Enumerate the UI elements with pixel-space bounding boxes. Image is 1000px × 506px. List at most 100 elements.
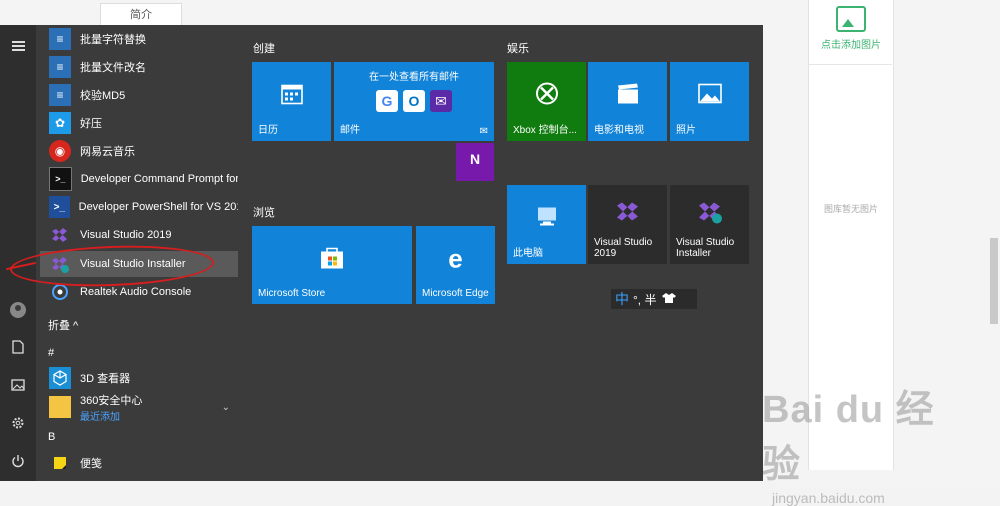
envelope-icon: ✉ — [479, 126, 488, 137]
app-label: Realtek Audio Console — [80, 286, 192, 298]
tile-label: Visual Studio Installer — [676, 237, 735, 259]
netease-music-icon: ◉ — [49, 140, 71, 162]
section-entertainment: 娱乐 — [507, 43, 529, 55]
power-icon[interactable] — [0, 446, 36, 476]
no-image-text: 图库暂无图片 — [823, 204, 878, 214]
start-menu: ≡ 批量字符替换 ≡ 批量文件改名 ≡ 校验MD5 ✿ 好压 ◉ 网易云音乐 >… — [0, 25, 763, 481]
app-label: 批量文件改名 — [80, 62, 146, 74]
add-image-button[interactable]: 点击添加图片 — [809, 6, 893, 51]
skin-icon[interactable] — [662, 292, 677, 307]
tile-label: Microsoft Edge — [422, 288, 489, 299]
tile-label: Xbox 控制台... — [513, 125, 577, 136]
tile-label: 照片 — [676, 125, 696, 136]
tile-label: Microsoft Store — [258, 288, 326, 299]
photo-icon — [697, 83, 722, 107]
doc-tool-icon: ≡ — [49, 56, 71, 78]
tile-vs-installer[interactable]: Visual Studio Installer — [670, 185, 749, 264]
computer-icon — [535, 206, 559, 231]
pictures-icon[interactable] — [0, 370, 36, 400]
add-image-label: 点击添加图片 — [821, 40, 881, 51]
group-header-b[interactable]: B — [48, 431, 55, 443]
tile-movies[interactable]: 电影和电视 — [588, 62, 667, 141]
app-label: Developer PowerShell for VS 2019 — [78, 201, 238, 213]
list-item[interactable]: >_ Developer Command Prompt for... — [40, 166, 238, 192]
tile-store[interactable]: Microsoft Store — [252, 226, 412, 304]
watermark-main: Bai du 经验 — [762, 389, 935, 486]
tile-mail[interactable]: 在一处查看所有邮件 G O ✉ 邮件 ✉ — [334, 62, 494, 141]
watermark-sub: jingyan.baidu.com — [772, 490, 885, 506]
sticky-notes-icon — [49, 452, 71, 474]
tile-vs2019[interactable]: Visual Studio 2019 — [588, 185, 667, 264]
panel-divider — [808, 64, 892, 65]
list-item[interactable]: ◉ 网易云音乐 — [40, 138, 238, 164]
3d-viewer-icon — [49, 367, 71, 389]
tile-edge[interactable]: e Microsoft Edge — [416, 226, 495, 304]
list-item[interactable]: ≡ 校验MD5 — [40, 82, 238, 108]
tile-this-pc[interactable]: 此电脑 — [507, 185, 586, 264]
list-item[interactable]: Visual Studio 2019 — [40, 222, 238, 248]
app-label: 网易云音乐 — [80, 146, 135, 158]
group-header-hash[interactable]: # — [48, 347, 54, 359]
film-icon — [616, 83, 640, 108]
visual-studio-icon — [49, 224, 71, 246]
tile-label: 日历 — [258, 125, 278, 136]
folder-icon — [49, 396, 71, 418]
tile-calendar[interactable]: 日历 — [252, 62, 331, 141]
user-icon[interactable] — [0, 295, 36, 325]
watermark: Bai du 经验 jingyan.baidu.com — [762, 378, 962, 506]
collapse-button[interactable]: 折叠 ^ — [48, 317, 78, 333]
recently-added-badge: 最近添加 — [80, 411, 120, 423]
tile-label: Visual Studio 2019 — [594, 237, 653, 259]
list-item[interactable]: ≡ 批量文件改名 — [40, 54, 238, 80]
doc-tool-icon: ≡ — [49, 28, 71, 50]
vs-installer-icon — [696, 198, 724, 229]
google-icon: G — [376, 90, 398, 112]
settings-icon[interactable] — [0, 408, 36, 438]
mail-header: 在一处查看所有邮件 — [369, 72, 459, 83]
tile-onenote[interactable]: N — [456, 143, 494, 181]
intro-tab[interactable]: 简介 — [100, 3, 182, 27]
section-browse: 浏览 — [253, 207, 275, 219]
visual-studio-icon — [614, 198, 642, 229]
document-icon[interactable] — [0, 332, 36, 362]
list-item[interactable]: ✿ 好压 — [40, 110, 238, 136]
app-label: 批量字符替换 — [80, 34, 146, 46]
list-item[interactable]: 便笺 — [40, 450, 238, 476]
start-rail — [0, 25, 36, 481]
doc-tool-icon: ≡ — [49, 84, 71, 106]
app-label: Visual Studio 2019 — [80, 229, 172, 241]
chevron-down-icon[interactable]: ⌄ — [222, 402, 230, 413]
app-label: 3D 查看器 — [80, 373, 131, 385]
app-label: 好压 — [80, 118, 102, 130]
calendar-icon — [280, 82, 304, 109]
section-create: 创建 — [253, 43, 275, 55]
tile-label: 邮件 — [340, 125, 360, 136]
app-label: 校验MD5 — [80, 90, 126, 102]
cmd-icon: >_ — [49, 167, 72, 191]
tile-label: 电影和电视 — [594, 125, 644, 136]
hamburger-icon[interactable] — [0, 31, 36, 61]
edge-icon: e — [448, 243, 463, 274]
tile-xbox[interactable]: Xbox 控制台... — [507, 62, 586, 141]
haozip-icon: ✿ — [49, 112, 71, 134]
list-item[interactable]: ≡ 批量字符替换 — [40, 26, 238, 52]
yahoo-mail-icon: ✉ — [430, 90, 452, 112]
store-icon — [319, 245, 345, 272]
ime-toolbar[interactable]: 中 °, 半 — [611, 289, 697, 309]
list-item[interactable]: 360安全中心 最近添加 ⌄ — [40, 392, 238, 423]
app-label: 便笺 — [80, 458, 102, 470]
list-item[interactable]: >_ Developer PowerShell for VS 2019 — [40, 194, 238, 220]
app-label-group: 360安全中心 最近添加 — [80, 392, 142, 423]
tile-photos[interactable]: 照片 — [670, 62, 749, 141]
outlook-icon: O — [403, 90, 425, 112]
powershell-icon: >_ — [49, 196, 70, 218]
ime-language[interactable]: 中 — [615, 289, 629, 309]
onenote-icon: N — [469, 150, 481, 167]
tile-label: 此电脑 — [513, 248, 543, 259]
xbox-icon — [535, 82, 559, 109]
page-scrollbar[interactable] — [990, 238, 998, 324]
ime-status: °, 半 — [633, 292, 657, 307]
mail-provider-icons: G O ✉ — [334, 90, 494, 112]
add-image-icon — [836, 6, 866, 32]
list-item[interactable]: 3D 查看器 — [40, 365, 238, 391]
